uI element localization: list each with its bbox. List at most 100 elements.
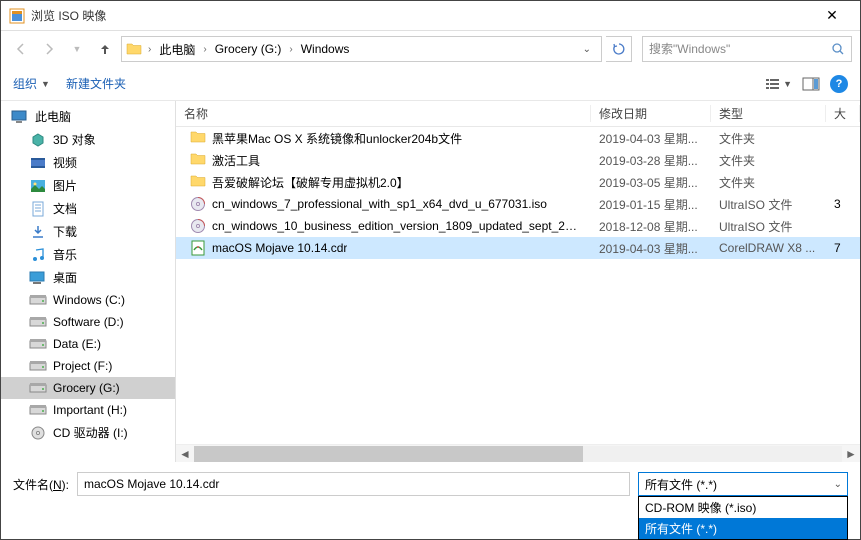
back-button[interactable]	[9, 37, 33, 61]
organize-label: 组织	[13, 75, 37, 92]
file-date: 2019-03-28 星期...	[591, 152, 711, 169]
up-button[interactable]	[93, 37, 117, 61]
nav-tree: 此电脑 3D 对象视频图片文档下载音乐桌面 Windows (C:) Software…	[1, 101, 176, 462]
sidebar-item[interactable]: Important (H:)	[1, 399, 175, 421]
desktop-icon	[29, 270, 47, 286]
file-name: 黑苹果Mac OS X 系统镜像和unlocker204b文件	[212, 130, 462, 147]
iso-icon	[190, 196, 206, 212]
scroll-thumb[interactable]	[194, 446, 583, 462]
drive-icon	[29, 380, 47, 396]
folder-icon	[190, 152, 206, 168]
cd-icon	[29, 425, 47, 441]
horizontal-scrollbar[interactable]: ◄ ►	[176, 444, 860, 462]
sidebar-item[interactable]: Windows (C:)	[1, 289, 175, 311]
picture-icon	[29, 178, 47, 194]
sidebar-item[interactable]: Data (E:)	[1, 333, 175, 355]
sidebar-item-label: 桌面	[53, 269, 77, 286]
file-pane: 名称 修改日期 类型 大 黑苹果Mac OS X 系统镜像和unlocker20…	[176, 101, 860, 462]
sidebar-item[interactable]: Grocery (G:)	[1, 377, 175, 399]
filter-dropdown: CD-ROM 映像 (*.iso)所有文件 (*.*)	[638, 496, 848, 540]
music-icon	[29, 247, 47, 263]
file-list: 黑苹果Mac OS X 系统镜像和unlocker204b文件2019-04-0…	[176, 127, 860, 444]
file-row[interactable]: macOS Mojave 10.14.cdr2019-04-03 星期...Co…	[176, 237, 860, 259]
scroll-right-icon[interactable]: ►	[842, 447, 860, 461]
column-size[interactable]: 大	[826, 105, 860, 122]
address-dropdown[interactable]: ⌄	[577, 44, 597, 55]
file-row[interactable]: cn_windows_7_professional_with_sp1_x64_d…	[176, 193, 860, 215]
file-name: cn_windows_10_business_edition_version_1…	[212, 219, 583, 233]
sidebar-item[interactable]: 音乐	[1, 243, 175, 266]
file-type: 文件夹	[711, 152, 826, 169]
sidebar-item[interactable]: 此电脑	[1, 105, 175, 128]
file-type: UltraISO 文件	[711, 196, 826, 213]
command-bar: 组织 ▼ 新建文件夹 ▼ ?	[1, 67, 860, 101]
filter-option[interactable]: CD-ROM 映像 (*.iso)	[639, 497, 847, 518]
chevron-icon[interactable]: ›	[287, 44, 294, 55]
forward-button[interactable]	[37, 37, 61, 61]
file-size: 7	[826, 241, 860, 255]
sidebar-item[interactable]: CD 驱动器 (I:)	[1, 421, 175, 444]
file-type-filter[interactable]: 所有文件 (*.*) ⌄	[638, 472, 848, 496]
column-date[interactable]: 修改日期	[591, 105, 711, 122]
file-type: UltraISO 文件	[711, 218, 826, 235]
drive-icon	[29, 358, 47, 374]
file-type: 文件夹	[711, 130, 826, 147]
sidebar-item[interactable]: 视频	[1, 151, 175, 174]
filter-selected-label: 所有文件 (*.*)	[645, 476, 717, 493]
sidebar-item-label: Software (D:)	[53, 315, 124, 329]
filename-input[interactable]	[77, 472, 630, 496]
column-name[interactable]: 名称	[176, 105, 591, 122]
file-type: CorelDRAW X8 ...	[711, 241, 826, 255]
sidebar-item-label: Grocery (G:)	[53, 381, 120, 395]
chevron-icon[interactable]: ›	[146, 44, 153, 55]
breadcrumb-item[interactable]: Grocery (G:)	[209, 40, 288, 58]
breadcrumb-item[interactable]: 此电脑	[153, 39, 201, 60]
help-button[interactable]: ?	[830, 75, 848, 93]
download-icon	[29, 224, 47, 240]
sidebar-item[interactable]: Project (F:)	[1, 355, 175, 377]
column-headers: 名称 修改日期 类型 大	[176, 101, 860, 127]
sidebar-item-label: 3D 对象	[53, 131, 96, 148]
titlebar: 浏览 ISO 映像 ✕	[1, 1, 860, 31]
sidebar-item-label: 下载	[53, 223, 77, 240]
breadcrumb-item[interactable]: Windows	[295, 40, 356, 58]
sidebar-item-label: 文档	[53, 200, 77, 217]
sidebar-item[interactable]: 下载	[1, 220, 175, 243]
sidebar-item[interactable]: 桌面	[1, 266, 175, 289]
search-icon[interactable]	[831, 42, 845, 56]
column-type[interactable]: 类型	[711, 105, 826, 122]
chevron-down-icon: ⌄	[834, 479, 842, 490]
file-date: 2018-12-08 星期...	[591, 218, 711, 235]
file-row[interactable]: 激活工具2019-03-28 星期...文件夹	[176, 149, 860, 171]
sidebar-item[interactable]: Software (D:)	[1, 311, 175, 333]
preview-pane-button[interactable]	[802, 77, 820, 91]
search-input[interactable]	[649, 42, 831, 56]
sidebar-item[interactable]: 3D 对象	[1, 128, 175, 151]
file-row[interactable]: 吾爱破解论坛【破解专用虚拟机2.0】2019-03-05 星期...文件夹	[176, 171, 860, 193]
chevron-icon[interactable]: ›	[201, 44, 208, 55]
pc-icon	[11, 109, 29, 125]
refresh-button[interactable]	[606, 36, 632, 62]
sidebar-item-label: 音乐	[53, 246, 77, 263]
sidebar-item-label: Windows (C:)	[53, 293, 125, 307]
search-box[interactable]	[642, 36, 852, 62]
drive-icon	[29, 292, 47, 308]
file-name: cn_windows_7_professional_with_sp1_x64_d…	[212, 197, 547, 211]
new-folder-button[interactable]: 新建文件夹	[66, 75, 126, 92]
sidebar-item-label: Data (E:)	[53, 337, 101, 351]
sidebar-item[interactable]: 文档	[1, 197, 175, 220]
file-row[interactable]: 黑苹果Mac OS X 系统镜像和unlocker204b文件2019-04-0…	[176, 127, 860, 149]
filename-label: 文件名(N):	[13, 476, 69, 493]
close-button[interactable]: ✕	[812, 7, 852, 24]
sidebar-item[interactable]: 图片	[1, 174, 175, 197]
address-bar[interactable]: › 此电脑 › Grocery (G:) › Windows ⌄	[121, 36, 602, 62]
file-row[interactable]: cn_windows_10_business_edition_version_1…	[176, 215, 860, 237]
filter-option[interactable]: 所有文件 (*.*)	[639, 518, 847, 539]
view-mode-button[interactable]: ▼	[765, 77, 792, 91]
recent-dropdown[interactable]: ▼	[65, 37, 89, 61]
cdr-icon	[190, 240, 206, 256]
sidebar-item-label: 图片	[53, 177, 77, 194]
organize-button[interactable]: 组织 ▼	[13, 75, 50, 92]
doc-icon	[29, 201, 47, 217]
scroll-left-icon[interactable]: ◄	[176, 447, 194, 461]
